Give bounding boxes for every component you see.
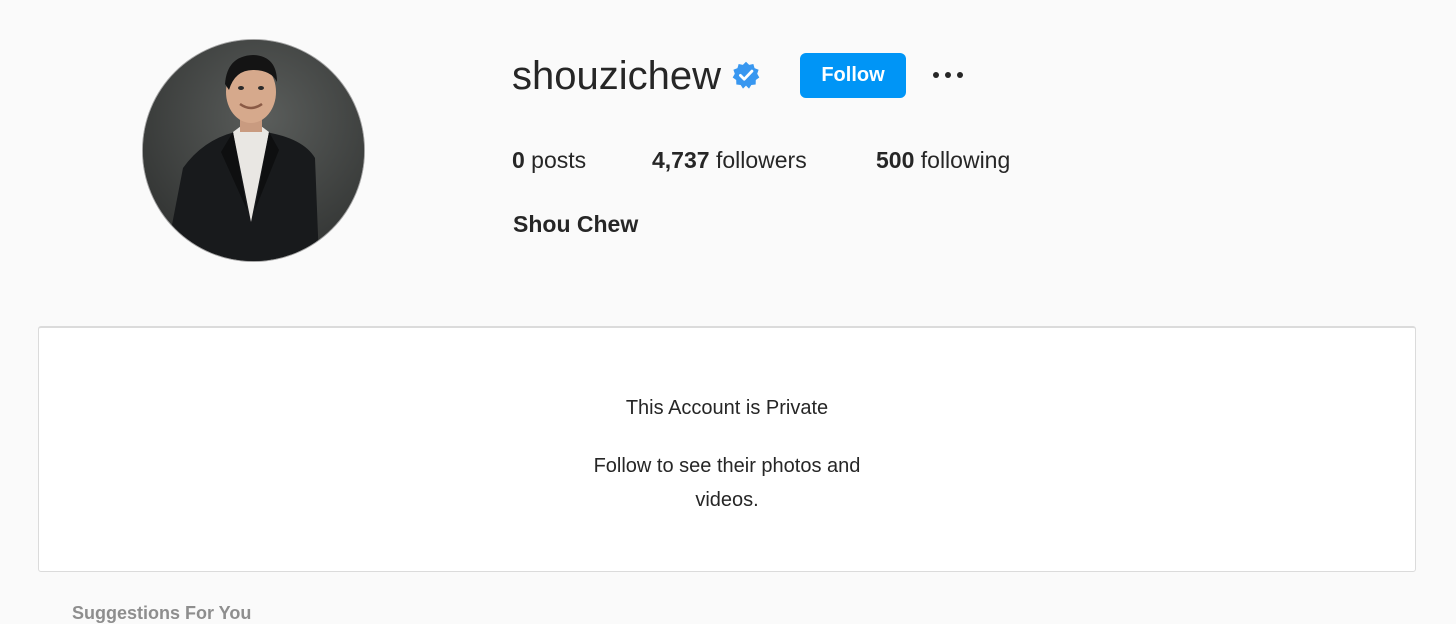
more-options-icon[interactable] [928,60,968,90]
posts-number: 0 [512,147,525,173]
posts-count: 0 posts [512,145,586,175]
dot [933,72,939,78]
following-label: following [914,147,1011,173]
suggestions-heading: Suggestions For You [72,603,252,623]
avatar-photo [143,40,364,261]
follow-button[interactable]: Follow [800,53,906,98]
private-account-card: This Account is Private Follow to see th… [38,326,1416,572]
profile-header: shouzichew Follow 0 posts 4,737 follower… [0,0,1456,300]
private-subtitle: Follow to see their photos and videos. [593,455,861,511]
following-number: 500 [876,147,915,173]
followers-label: followers [709,147,807,173]
dot [957,72,963,78]
avatar[interactable] [143,40,364,261]
username: shouzichew [512,54,722,98]
dot [945,72,951,78]
followers-link[interactable]: 4,737 followers [652,145,807,175]
followers-number: 4,737 [652,147,710,173]
posts-label: posts [524,147,587,173]
following-link[interactable]: 500 following [876,145,1010,175]
full-name: Shou Chew [513,211,639,237]
verified-badge-icon [732,61,760,89]
private-title: This Account is Private [625,397,829,419]
